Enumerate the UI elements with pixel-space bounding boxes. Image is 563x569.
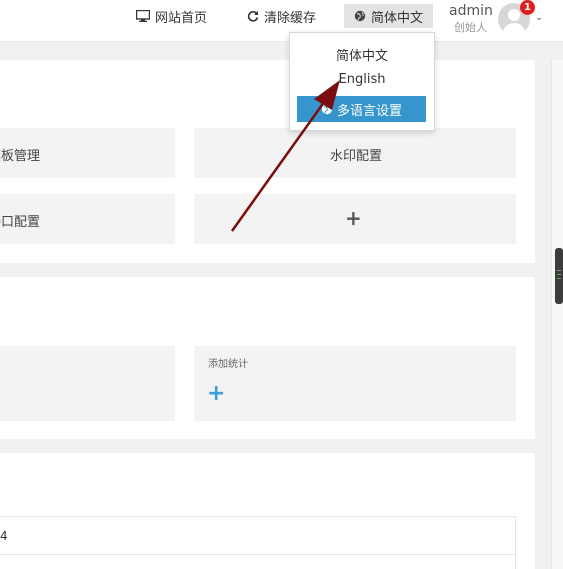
language-option-en[interactable]: English	[290, 72, 434, 87]
tile-add-stat[interactable]: 添加统计 +	[194, 346, 516, 421]
language-option-zh[interactable]: 简体中文	[290, 45, 434, 64]
tile-watermark-config[interactable]: 水印配置	[194, 128, 516, 178]
tile-template-label: 模板管理	[0, 149, 41, 164]
config-panel: 模板管理 水印配置 接口配置 +	[0, 60, 535, 263]
notification-badge[interactable]: 1	[520, 0, 535, 15]
scrollbar-grip	[557, 278, 561, 279]
table-row[interactable]: 4	[0, 517, 516, 555]
data-table: 4 其他	[0, 516, 516, 569]
table-row[interactable]: 其他	[0, 555, 516, 569]
globe-icon	[321, 103, 333, 115]
tile-api-config[interactable]: 接口配置	[0, 194, 175, 244]
multi-language-settings-label: 多语言设置	[336, 103, 402, 119]
tile-stat-empty[interactable]	[0, 346, 175, 421]
clear-cache-label: 清除缓存	[264, 10, 317, 26]
user-name[interactable]: admin	[449, 3, 493, 19]
stats-panel: 添加统计 +	[0, 277, 535, 439]
scrollbar-grip	[557, 274, 561, 275]
language-current-label: 简体中文	[370, 10, 423, 26]
language-switcher[interactable]: 简体中文	[344, 4, 433, 28]
plus-icon: +	[345, 206, 362, 230]
clear-cache-link[interactable]: 清除缓存	[247, 6, 316, 26]
tile-watermark-label: 水印配置	[330, 149, 383, 164]
scrollbar-grip	[557, 270, 561, 271]
globe-icon	[354, 10, 366, 22]
scrollbar[interactable]	[551, 60, 563, 569]
site-home-label: 网站首页	[155, 10, 208, 26]
scrollbar-thumb[interactable]	[555, 248, 563, 304]
tile-api-label: 接口配置	[0, 215, 41, 230]
add-stat-label: 添加统计	[208, 359, 248, 370]
multi-language-settings-button[interactable]: 多语言设置	[297, 96, 426, 122]
table-cell: 4	[0, 529, 8, 543]
top-bar: 网站首页 清除缓存 简体中文 admin 创始人 1 ⌄	[0, 0, 563, 42]
user-role: 创始人	[454, 21, 487, 34]
language-dropdown: 简体中文 English 多语言设置	[289, 32, 435, 131]
plus-icon: +	[207, 381, 226, 406]
monitor-icon	[136, 10, 150, 22]
tile-template-manage[interactable]: 模板管理	[0, 128, 175, 178]
refresh-icon	[247, 11, 259, 22]
site-home-link[interactable]: 网站首页	[136, 6, 207, 26]
chevron-down-icon[interactable]: ⌄	[535, 12, 543, 23]
tile-add-config[interactable]: +	[194, 194, 516, 244]
